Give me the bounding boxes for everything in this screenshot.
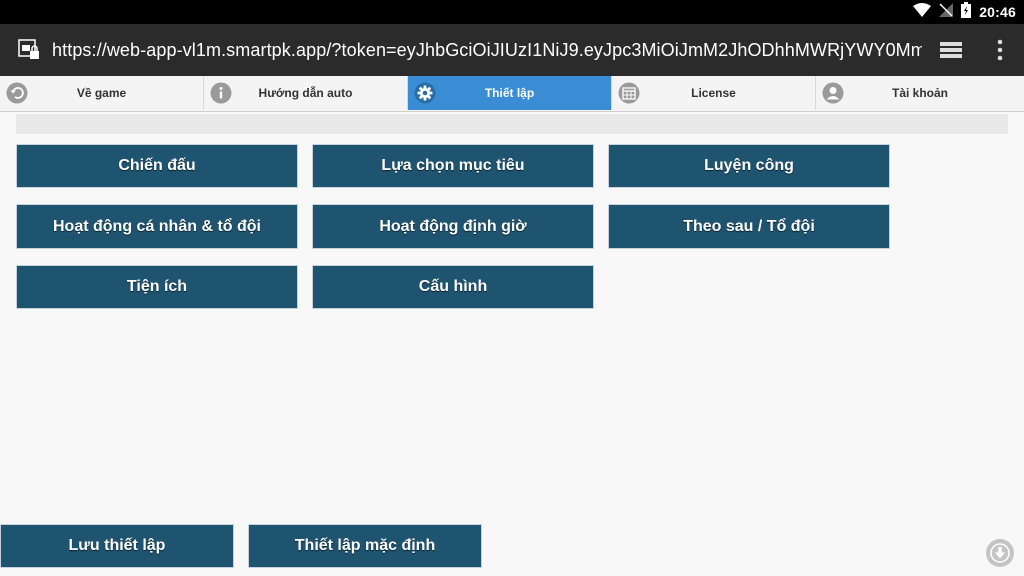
user-icon <box>822 82 844 104</box>
tab-label: Về game <box>76 86 127 100</box>
calendar-icon <box>618 82 640 104</box>
battery-charging-icon <box>961 1 972 23</box>
cau-hinh-button[interactable]: Cấu hình <box>312 265 594 309</box>
site-lock-icon[interactable] <box>18 39 40 61</box>
chien-dau-button[interactable]: Chiến đấu <box>16 144 298 188</box>
clock: 20:46 <box>979 4 1016 20</box>
browser-toolbar: https://web-app-vl1m.smartpk.app/?token=… <box>0 24 1024 76</box>
tab-label: Tài khoản <box>891 86 948 100</box>
theo-sau-to-doi-button[interactable]: Theo sau / Tổ đội <box>608 204 890 249</box>
info-icon <box>210 82 232 104</box>
tab-label: Thiết lập <box>484 86 535 100</box>
tab-switcher-icon[interactable] <box>938 38 964 62</box>
default-settings-button[interactable]: Thiết lập mặc định <box>248 524 482 568</box>
content-header-strip <box>16 114 1008 134</box>
tab-license[interactable]: License <box>612 76 816 110</box>
status-bar: 20:46 <box>0 0 1024 24</box>
back-arrow-icon <box>6 82 28 104</box>
tab-thiet-lap[interactable]: Thiết lập <box>408 76 612 110</box>
luyen-cong-button[interactable]: Luyện công <box>608 144 890 188</box>
tab-huong-dan-auto[interactable]: Hướng dẫn auto <box>204 76 408 110</box>
signal-off-icon <box>939 2 954 22</box>
gear-icon <box>414 82 436 104</box>
save-settings-button[interactable]: Lưu thiết lập <box>0 524 234 568</box>
tab-bar: Về game Hướng dẫn auto Thiết lập License… <box>0 76 1024 112</box>
lua-chon-muc-tieu-button[interactable]: Lựa chọn mục tiêu <box>312 144 594 188</box>
tab-label: Hướng dẫn auto <box>258 86 353 100</box>
hoat-dong-dinh-gio-button[interactable]: Hoạt động định giờ <box>312 204 594 249</box>
hoat-dong-ca-nhan-to-doi-button[interactable]: Hoạt động cá nhân & tổ đội <box>16 204 298 249</box>
tien-ich-button[interactable]: Tiện ích <box>16 265 298 309</box>
wifi-icon <box>913 2 932 22</box>
scroll-down-icon[interactable] <box>986 539 1014 567</box>
overflow-menu-icon[interactable] <box>992 38 1008 62</box>
tab-ve-game[interactable]: Về game <box>0 76 204 110</box>
tab-tai-khoan[interactable]: Tài khoản <box>816 76 1024 110</box>
tab-label: License <box>691 86 736 100</box>
url-text[interactable]: https://web-app-vl1m.smartpk.app/?token=… <box>52 40 922 61</box>
